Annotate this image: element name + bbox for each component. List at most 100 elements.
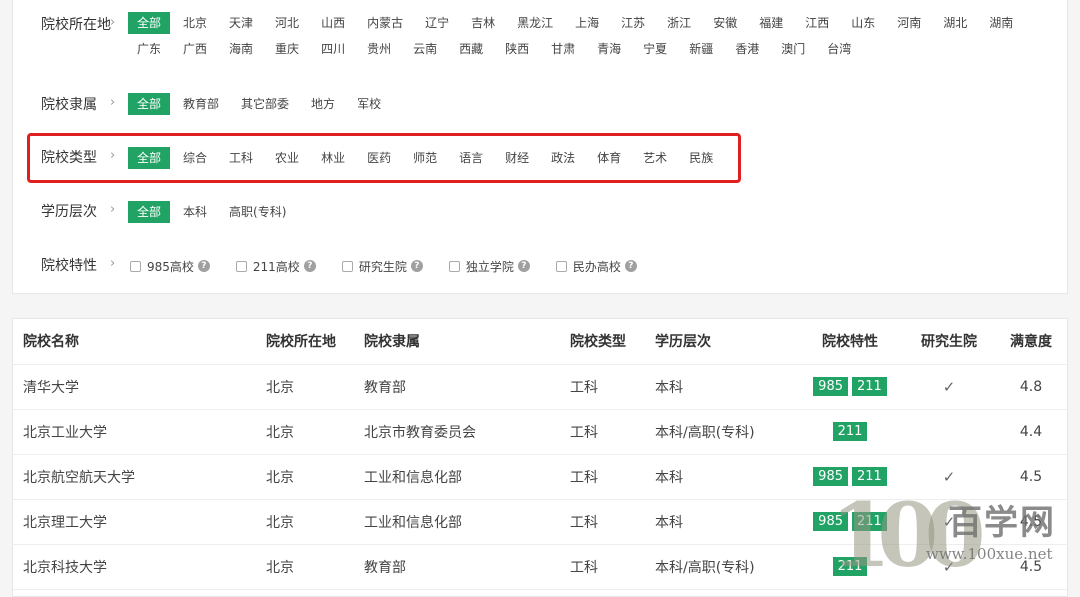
filter-option-region[interactable]: 宁夏: [634, 38, 676, 60]
university-name-cell[interactable]: 清华大学: [13, 364, 266, 410]
filter-option-region[interactable]: 福建: [750, 12, 792, 34]
filter-option-affiliation[interactable]: 地方: [302, 93, 344, 115]
filter-option-level[interactable]: 全部: [128, 201, 171, 223]
filter-option-region[interactable]: 山西: [312, 12, 354, 34]
filter-option-region[interactable]: 广西: [174, 38, 216, 60]
filter-option-region[interactable]: 云南: [404, 38, 446, 60]
column-header-type[interactable]: 院校类型: [570, 319, 655, 365]
university-name-cell[interactable]: 北京工业大学: [13, 409, 266, 455]
filter-option-region[interactable]: 黑龙江: [508, 12, 562, 34]
feature-checkbox-item[interactable]: 研究生院?: [341, 258, 423, 275]
help-icon[interactable]: ?: [197, 260, 210, 272]
check-icon: ✓: [942, 512, 956, 531]
filter-option-region[interactable]: 河南: [888, 12, 930, 34]
table-row[interactable]: 北京工业大学 北京 北京市教育委员会 工科 本科/高职(专科) 211 4.4: [13, 409, 1069, 455]
filter-option-region[interactable]: 西藏: [450, 38, 492, 60]
grad-school-cell: ✓: [905, 544, 993, 590]
filter-option-region[interactable]: 安徽: [704, 12, 746, 34]
feature-checkbox-item[interactable]: 211高校?: [235, 258, 316, 275]
filter-option-region[interactable]: 内蒙古: [358, 12, 412, 34]
checkbox[interactable]: [235, 260, 247, 272]
filter-option-region[interactable]: 湖南: [980, 12, 1022, 34]
column-header-level[interactable]: 学历层次: [655, 319, 795, 365]
column-header-grad-school[interactable]: 研究生院: [905, 319, 993, 365]
filter-options-region: 全部 北京 天津 河北 山西 内蒙古 辽宁 吉林 黑龙江 上海 江苏 浙江 安徽 福建 江西 山东 河南 湖北 湖南…: [128, 12, 1048, 64]
filter-label-region: 院校所在地: [41, 17, 111, 33]
filter-option-region[interactable]: 江苏: [612, 12, 654, 34]
filter-option-affiliation[interactable]: 军校: [348, 93, 390, 115]
filter-option-region[interactable]: 四川: [312, 38, 354, 60]
help-icon[interactable]: ?: [303, 260, 316, 272]
feature-checkbox-item[interactable]: 独立学院?: [448, 258, 530, 275]
filter-option-region[interactable]: 河北: [266, 12, 308, 34]
column-header-satisfaction[interactable]: 满意度: [993, 319, 1069, 365]
filter-option-region[interactable]: 吉林: [462, 12, 504, 34]
help-icon[interactable]: ?: [624, 260, 637, 272]
level-cell: 本科: [655, 364, 795, 410]
filter-option-region[interactable]: 江西: [796, 12, 838, 34]
university-name-cell[interactable]: 北京理工大学: [13, 499, 266, 545]
filter-label-level: 学历层次: [41, 204, 97, 220]
filter-option-region[interactable]: 海南: [220, 38, 262, 60]
filter-option-region[interactable]: 山东: [842, 12, 884, 34]
feature-label: 985高校: [147, 259, 194, 274]
filter-option-region[interactable]: 上海: [566, 12, 608, 34]
affiliation-cell: 工业和信息化部: [364, 454, 570, 500]
satisfaction-cell: 4.5: [993, 454, 1069, 500]
chevron-right-icon: ›: [110, 95, 116, 110]
filter-label-affiliation: 院校隶属: [41, 97, 97, 113]
feature-label: 民办高校: [572, 259, 621, 274]
university-name-cell[interactable]: 北京航空航天大学: [13, 454, 266, 500]
checkbox[interactable]: [341, 260, 353, 272]
table-row[interactable]: 北京理工大学 北京 工业和信息化部 工科 本科 985 211 ✓ 4.5: [13, 499, 1069, 545]
filter-option-region[interactable]: 重庆: [266, 38, 308, 60]
filter-option-affiliation[interactable]: 全部: [128, 93, 171, 115]
table-row[interactable]: 清华大学 北京 教育部 工科 本科 985 211 ✓ 4.8: [13, 364, 1069, 410]
level-cell: 本科/高职(专科): [655, 409, 795, 455]
check-icon: ✓: [942, 377, 956, 396]
filter-option-region[interactable]: 辽宁: [416, 12, 458, 34]
features-cell: 211: [795, 544, 905, 590]
affiliation-cell: 北京市教育委员会: [364, 409, 570, 455]
checkbox[interactable]: [555, 260, 567, 272]
filter-option-region[interactable]: 广东: [128, 38, 170, 60]
level-cell: 本科/高职(专科): [655, 544, 795, 590]
filter-option-region[interactable]: 贵州: [358, 38, 400, 60]
chevron-right-icon: ›: [110, 202, 116, 217]
feature-checkbox-item[interactable]: 985高校?: [130, 258, 210, 275]
filter-option-region[interactable]: 北京: [174, 12, 216, 34]
affiliation-cell: 教育部: [364, 364, 570, 410]
university-name-cell[interactable]: 北京科技大学: [13, 544, 266, 590]
table-row[interactable]: 北京航空航天大学 北京 工业和信息化部 工科 本科 985 211 ✓ 4.5: [13, 454, 1069, 500]
grad-school-cell: ✓: [905, 499, 993, 545]
filter-option-region[interactable]: 湖北: [934, 12, 976, 34]
filter-option-region[interactable]: 陕西: [496, 38, 538, 60]
help-icon[interactable]: ?: [410, 260, 423, 272]
filter-option-region[interactable]: 澳门: [772, 38, 814, 60]
column-header-features[interactable]: 院校特性: [795, 319, 905, 365]
column-header-name[interactable]: 院校名称: [13, 319, 266, 365]
filter-option-region[interactable]: 香港: [726, 38, 768, 60]
table-row[interactable]: 北京科技大学 北京 教育部 工科 本科/高职(专科) 211 ✓ 4.5: [13, 544, 1069, 590]
filter-option-region[interactable]: 青海: [588, 38, 630, 60]
column-header-location[interactable]: 院校所在地: [266, 319, 364, 365]
filter-option-affiliation[interactable]: 其它部委: [232, 93, 298, 115]
type-cell: 工科: [570, 499, 655, 545]
filter-option-region[interactable]: 天津: [220, 12, 262, 34]
column-header-affiliation[interactable]: 院校隶属: [364, 319, 570, 365]
level-cell: 本科: [655, 454, 795, 500]
help-icon[interactable]: ?: [517, 260, 530, 272]
filter-option-region[interactable]: 浙江: [658, 12, 700, 34]
check-icon: ✓: [942, 557, 956, 576]
checkbox[interactable]: [130, 260, 141, 272]
feature-checkbox-item[interactable]: 民办高校?: [555, 258, 637, 275]
feature-tag: 985: [813, 467, 848, 486]
filter-option-level[interactable]: 本科: [174, 201, 216, 223]
filter-option-region[interactable]: 全部: [128, 12, 171, 34]
checkbox[interactable]: [448, 260, 460, 272]
filter-option-region[interactable]: 台湾: [818, 38, 860, 60]
filter-option-level[interactable]: 高职(专科): [220, 201, 295, 223]
filter-option-affiliation[interactable]: 教育部: [174, 93, 228, 115]
filter-option-region[interactable]: 甘肃: [542, 38, 584, 60]
filter-option-region[interactable]: 新疆: [680, 38, 722, 60]
